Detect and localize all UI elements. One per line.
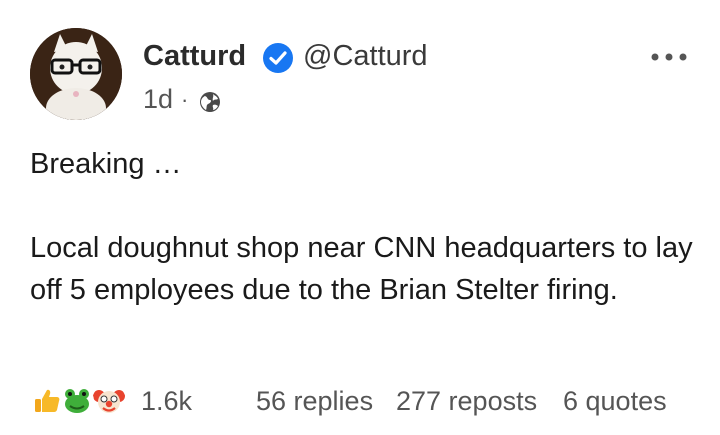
clown-icon — [92, 384, 126, 418]
cat-avatar-image — [30, 28, 122, 120]
reposts-count[interactable]: 277 reposts — [396, 386, 537, 417]
more-options-icon[interactable] — [650, 50, 688, 64]
avatar[interactable] — [30, 28, 122, 120]
author-handle[interactable]: @Catturd — [303, 40, 428, 73]
quotes-count[interactable]: 6 quotes — [563, 386, 667, 417]
post-card: Catturd @Catturd 1d · Breaking … Local d… — [0, 0, 720, 435]
reaction-icons[interactable] — [30, 384, 126, 420]
globe-icon — [200, 91, 221, 112]
thumbs-up-icon — [30, 384, 64, 418]
frog-icon — [60, 384, 94, 418]
replies-count[interactable]: 56 replies — [256, 386, 373, 417]
post-timestamp[interactable]: 1d — [143, 84, 173, 115]
verified-badge-icon — [263, 43, 293, 73]
reaction-count[interactable]: 1.6k — [141, 386, 192, 417]
post-body: Breaking … Local doughnut shop near CNN … — [30, 143, 700, 311]
meta-separator: · — [181, 86, 189, 112]
author-name[interactable]: Catturd — [143, 40, 246, 73]
post-meta: 1d · — [143, 84, 222, 115]
engagement-bar: 1.6k 56 replies 277 reposts 6 quotes — [30, 382, 700, 422]
post-text-line2: Local doughnut shop near CNN headquarter… — [30, 232, 693, 306]
post-text-line1: Breaking … — [30, 148, 182, 180]
